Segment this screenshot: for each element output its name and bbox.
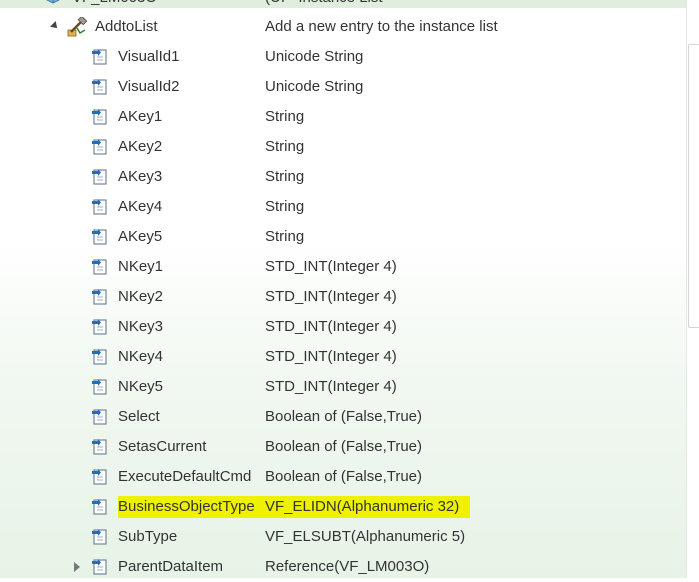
parameter-icon <box>91 408 109 426</box>
expand-arrow-icon[interactable] <box>74 562 80 572</box>
parameter-type: Boolean of (False,True) <box>265 408 423 425</box>
parameter-name: AKey2 <box>118 138 163 155</box>
parameter-icon <box>91 198 109 216</box>
parameter-icon <box>91 258 109 276</box>
method-icon <box>67 15 88 37</box>
parameter-type: STD_INT(Integer 4) <box>265 288 397 305</box>
tree-row-parameter[interactable]: AKey5 String <box>0 222 686 252</box>
parameter-name: NKey4 <box>118 348 164 365</box>
parameter-name: NKey3 <box>118 318 164 335</box>
parameter-name: BusinessObjectType <box>118 498 255 515</box>
tree-row-header-name: VF_LM003O <box>72 0 157 8</box>
parameter-name: AKey1 <box>118 108 163 125</box>
parameter-type: Unicode String <box>265 48 364 65</box>
parameter-type: String <box>265 168 305 185</box>
tree-row-parameter[interactable]: NKey5 STD_INT(Integer 4) <box>0 372 686 402</box>
tree-row-addtolist-name: AddtoList <box>95 18 158 35</box>
tree-row-parameter[interactable]: AKey3 String <box>0 162 686 192</box>
parameter-name: VisualId1 <box>118 48 180 65</box>
parameter-name: NKey2 <box>118 288 164 305</box>
parameter-icon <box>91 498 109 516</box>
scrollbar-thumb[interactable] <box>688 44 699 328</box>
parameter-name: SubType <box>118 528 178 545</box>
parameter-type: String <box>265 138 305 155</box>
parameter-type: VF_ELIDN(Alphanumeric 32) <box>265 498 460 515</box>
tree-row-parameter[interactable]: VisualId1 Unicode String <box>0 42 686 72</box>
parameter-name: ExecuteDefaultCmd <box>118 468 252 485</box>
parameter-type: VF_ELSUBT(Alphanumeric 5) <box>265 528 466 545</box>
cube-icon <box>46 0 60 4</box>
parameter-icon <box>91 318 109 336</box>
parameter-icon <box>91 168 109 186</box>
parameter-icon <box>91 48 109 66</box>
tree-row-parameter[interactable]: VisualId2 Unicode String <box>0 72 686 102</box>
parameter-icon <box>91 348 109 366</box>
tree-row-parameter[interactable]: NKey4 STD_INT(Integer 4) <box>0 342 686 372</box>
collapse-arrow-icon[interactable] <box>50 21 60 31</box>
tree-row-parameter[interactable]: AKey4 String <box>0 192 686 222</box>
parameter-icon <box>91 138 109 156</box>
parameter-icon <box>91 438 109 456</box>
parameter-name: AKey5 <box>118 228 163 245</box>
parameter-type: Boolean of (False,True) <box>265 468 423 485</box>
parameter-icon <box>91 558 109 576</box>
parameter-type: STD_INT(Integer 4) <box>265 348 397 365</box>
tree-row-parameter[interactable]: SetasCurrent Boolean of (False,True) <box>0 432 686 462</box>
tree-row-addtolist-description: Add a new entry to the instance list <box>265 18 498 35</box>
tree-view: VF_LM003O (UI - Instance List AddtoList … <box>0 0 686 578</box>
tree-row-parameter[interactable]: NKey3 STD_INT(Integer 4) <box>0 312 686 342</box>
parameter-type: Boolean of (False,True) <box>265 438 423 455</box>
tree-row-parameter[interactable]: NKey2 STD_INT(Integer 4) <box>0 282 686 312</box>
parameter-name: SetasCurrent <box>118 438 207 455</box>
tree-row-parameter[interactable]: AKey1 String <box>0 102 686 132</box>
parameter-name: NKey5 <box>118 378 164 395</box>
parameter-icon <box>91 228 109 246</box>
tree-row-parameter[interactable]: SubType VF_ELSUBT(Alphanumeric 5) <box>0 522 686 552</box>
parameter-icon <box>91 468 109 486</box>
parameter-type: String <box>265 108 305 125</box>
parameter-name: Select <box>118 408 160 425</box>
parameter-icon <box>91 378 109 396</box>
parameter-icon <box>91 108 109 126</box>
tree-row-parameter[interactable]: Select Boolean of (False,True) <box>0 402 686 432</box>
tree-row-parameter[interactable]: ExecuteDefaultCmd Boolean of (False,True) <box>0 462 686 492</box>
parameter-icon <box>91 528 109 546</box>
parameter-icon <box>91 288 109 306</box>
parameter-type: STD_INT(Integer 4) <box>265 378 397 395</box>
parameter-type: String <box>265 228 305 245</box>
parameter-name: NKey1 <box>118 258 164 275</box>
tree-row-parameter[interactable]: BusinessObjectType VF_ELIDN(Alphanumeric … <box>0 492 686 522</box>
vertical-scrollbar[interactable] <box>686 0 699 578</box>
parameter-type: String <box>265 198 305 215</box>
tree-row-header[interactable]: VF_LM003O (UI - Instance List <box>0 0 686 8</box>
parameter-name: VisualId2 <box>118 78 180 95</box>
tree-row-header-description: (UI - Instance List <box>265 0 383 8</box>
tree-row-parameter[interactable]: AKey2 String <box>0 132 686 162</box>
parameter-type: STD_INT(Integer 4) <box>265 258 397 275</box>
parameter-type: Unicode String <box>265 78 364 95</box>
parameter-type: STD_INT(Integer 4) <box>265 318 397 335</box>
parameter-icon <box>91 78 109 96</box>
tree-row-parameter[interactable]: NKey1 STD_INT(Integer 4) <box>0 252 686 282</box>
parameter-name: AKey3 <box>118 168 163 185</box>
tree-row-addtolist[interactable]: AddtoList Add a new entry to the instanc… <box>0 12 686 42</box>
parameter-name: AKey4 <box>118 198 163 215</box>
